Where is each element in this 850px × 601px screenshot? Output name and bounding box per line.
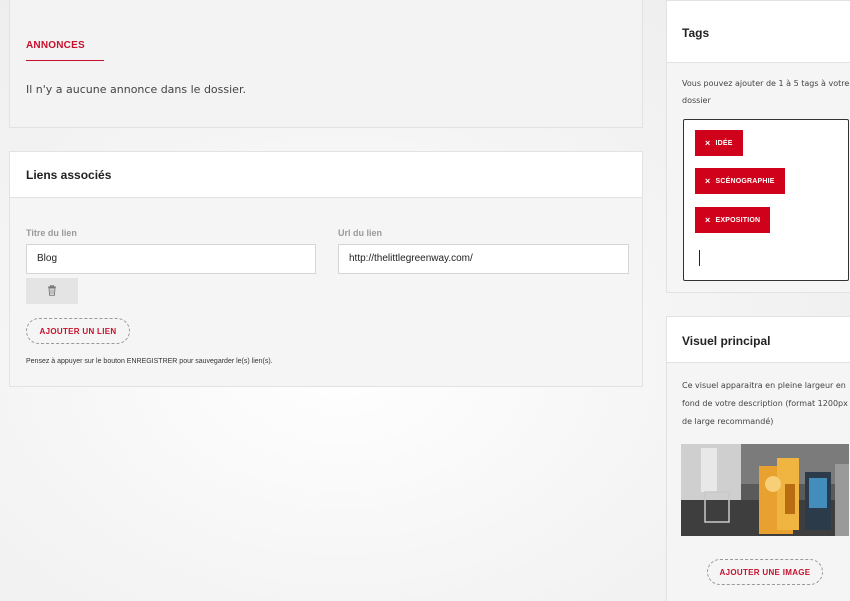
remove-tag-icon[interactable]: × [705,176,710,186]
liens-associes-panel: Liens associés Titre du lien Blog Url du… [9,151,643,387]
tag-label: EXPOSITION [715,216,761,224]
tags-input-box[interactable]: × IDÉE × SCÉNOGRAPHIE × EXPOSITION [683,119,849,281]
visuel-principal-panel: Visuel principal Ce visuel apparaitra en… [666,316,850,601]
tag-chip[interactable]: × IDÉE [695,130,743,156]
remove-tag-icon[interactable]: × [705,215,710,225]
trash-icon [47,284,57,299]
titre-lien-input[interactable]: Blog [26,244,316,274]
titre-lien-label: Titre du lien [26,228,77,238]
annonces-title-underline [26,60,104,61]
visuel-header: Visuel principal [667,317,850,363]
delete-link-button[interactable] [26,278,78,304]
tag-label: SCÉNOGRAPHIE [715,177,775,185]
save-reminder-note: Pensez à appuyer sur le bouton ENREGISTR… [26,358,273,365]
annonces-empty-message: Il n'y a aucune annonce dans le dossier. [26,83,246,96]
text-cursor [699,250,700,266]
url-lien-input[interactable]: http://thelittlegreenway.com/ [338,244,629,274]
tags-panel: Tags Vous pouvez ajouter de 1 à 5 tags à… [666,0,850,293]
tags-description: Vous pouvez ajouter de 1 à 5 tags à votr… [682,79,850,105]
tag-chip[interactable]: × SCÉNOGRAPHIE [695,168,785,194]
add-image-button[interactable]: AJOUTER UNE IMAGE [707,559,823,585]
url-lien-label: Url du lien [338,228,383,238]
liens-header: Liens associés [10,152,642,198]
visuel-description: Ce visuel apparaitra en pleine largeur e… [682,381,848,426]
liens-title: Liens associés [26,168,112,182]
tags-header: Tags [667,1,850,63]
remove-tag-icon[interactable]: × [705,138,710,148]
main-visual-image [681,444,849,536]
annonces-title: ANNONCES [26,40,85,51]
visuel-title: Visuel principal [682,334,771,348]
annonces-panel: ANNONCES Il n'y a aucune annonce dans le… [9,0,643,128]
tag-label: IDÉE [715,139,733,147]
tags-title: Tags [682,26,710,40]
add-link-button[interactable]: AJOUTER UN LIEN [26,318,130,344]
tag-chip[interactable]: × EXPOSITION [695,207,771,233]
